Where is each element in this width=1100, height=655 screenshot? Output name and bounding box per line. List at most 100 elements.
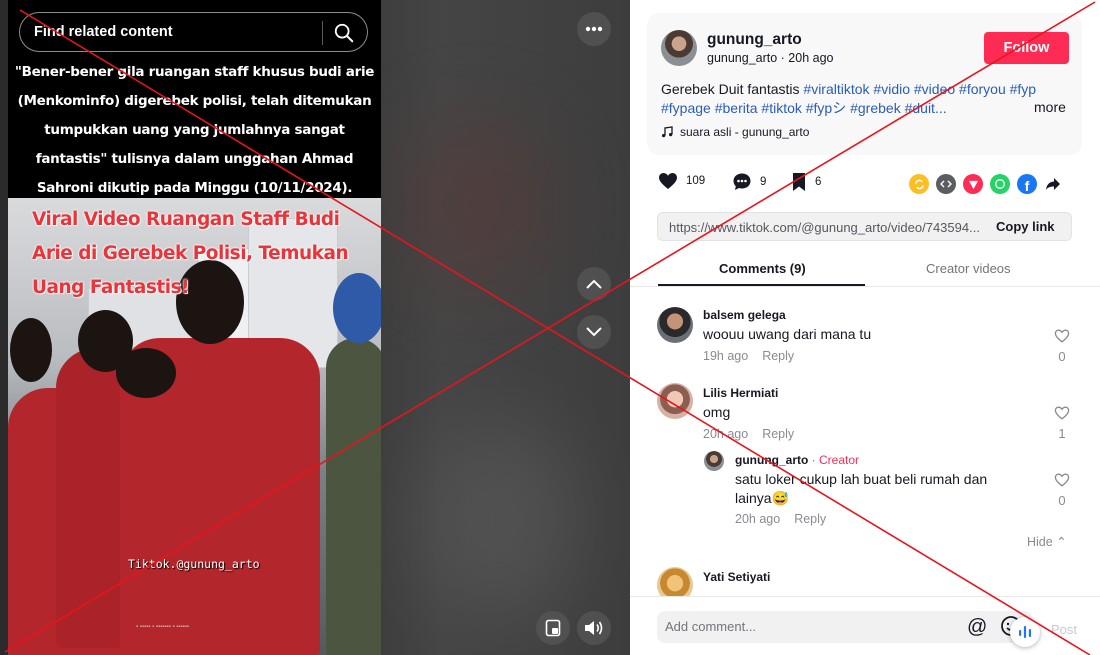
description-text: Gerebek Duit fantastis xyxy=(661,81,804,97)
background-blur xyxy=(420,420,580,620)
soldier-figure xyxy=(326,338,381,655)
comment-input-box[interactable]: @ xyxy=(657,611,1032,643)
comment-text: satu loker cukup lah buat beli rumah dan… xyxy=(735,471,988,506)
embed-icon[interactable] xyxy=(936,174,956,194)
mention-icon[interactable]: @ xyxy=(967,616,987,639)
person-head xyxy=(10,318,52,382)
comment-like-count: 1 xyxy=(1058,426,1066,441)
tiktok-video-page: "Bener-bener gila ruangan staff khusus b… xyxy=(0,0,1100,655)
author-meta: gunung_arto · 20h ago xyxy=(707,51,834,65)
commenter-name[interactable]: balsem gelega xyxy=(703,308,786,322)
send-glyph xyxy=(968,180,978,189)
comment-time: 20h ago xyxy=(735,512,781,526)
post-description: Gerebek Duit fantastis #viraltiktok #vid… xyxy=(661,80,1071,118)
whatsapp-icon[interactable] xyxy=(990,174,1010,194)
copy-link-button[interactable]: Copy link xyxy=(996,219,1055,234)
music-note-icon xyxy=(662,126,673,138)
embed-glyph xyxy=(940,180,952,188)
floating-player-icon xyxy=(545,619,561,637)
whatsapp-glyph xyxy=(995,179,1005,189)
reply-button[interactable]: Reply xyxy=(762,427,794,441)
tabs-divider xyxy=(630,286,1100,287)
comment-time: 20h ago xyxy=(703,427,749,441)
comment-like-count: 0 xyxy=(1058,493,1066,508)
music-title: suara asli - gunung_arto xyxy=(680,125,810,139)
video-link[interactable]: https://www.tiktok.com/@gunung_arto/vide… xyxy=(669,220,989,235)
search-input[interactable] xyxy=(34,24,314,40)
creator-badge: · Creator xyxy=(811,453,860,467)
chevron-up-icon xyxy=(586,279,602,289)
comment-text: woouu uwang dari mana tu xyxy=(703,326,872,342)
share-link-box: https://www.tiktok.com/@gunung_arto/vide… xyxy=(657,212,1072,241)
voice-bars-icon xyxy=(1019,626,1031,638)
follow-button[interactable]: Follow xyxy=(984,32,1069,64)
reply-button[interactable]: Reply xyxy=(794,512,826,526)
commenter-avatar[interactable] xyxy=(657,383,693,419)
voice-assistant-button[interactable] xyxy=(1010,617,1040,647)
like-action[interactable]: 109 xyxy=(658,172,705,190)
repost-glyph xyxy=(914,179,924,189)
comment-action[interactable]: 9 xyxy=(732,172,766,192)
comment-input[interactable] xyxy=(665,619,935,634)
commenter-name[interactable]: gunung_arto · Creator xyxy=(735,453,859,467)
commenter-avatar[interactable] xyxy=(704,451,724,471)
heart-outline-icon xyxy=(1054,329,1070,343)
comment-bubble-icon xyxy=(733,173,751,190)
comment-like-button[interactable]: 0 xyxy=(1053,473,1071,508)
actions-row: 109 9 6 f xyxy=(658,172,1078,196)
search-bar[interactable] xyxy=(19,12,368,52)
heart-outline-icon xyxy=(1054,406,1070,420)
comment-meta: 20h ago Reply xyxy=(735,512,826,526)
author-avatar[interactable] xyxy=(661,30,697,66)
comment-like-button[interactable]: 0 xyxy=(1053,329,1071,364)
video-player[interactable]: "Bener-bener gila ruangan staff khusus b… xyxy=(8,0,381,655)
facebook-icon[interactable]: f xyxy=(1017,174,1037,194)
comment-meta: 20h ago Reply xyxy=(703,427,794,441)
post-description-card: gunung_arto gunung_arto · 20h ago Follow… xyxy=(647,13,1082,155)
author-name[interactable]: gunung_arto xyxy=(707,31,802,49)
commenter-name[interactable]: Yati Setiyati xyxy=(703,570,770,584)
search-divider xyxy=(322,21,323,45)
video-pane: "Bener-bener gila ruangan staff khusus b… xyxy=(0,0,630,655)
commenter-avatar[interactable] xyxy=(657,307,693,343)
more-options-button[interactable] xyxy=(577,12,611,46)
save-count: 6 xyxy=(815,176,822,188)
share-icon[interactable] xyxy=(1043,174,1063,194)
comment-like-count: 0 xyxy=(1058,349,1066,364)
person-head xyxy=(116,348,176,398)
video-footer-logos: ▪ ▪▪▪▪▪ ▪ ▪▪▪▪▪▪▪ ▪ ▪▪▪▪▪▪ xyxy=(136,624,190,630)
reply-button[interactable]: Reply xyxy=(762,349,794,363)
bookmark-icon xyxy=(793,173,805,191)
video-watermark: Tiktok.@gunung_arto xyxy=(128,557,260,571)
music-row[interactable]: suara asli - gunung_arto xyxy=(661,125,809,139)
comment-text: omg xyxy=(703,404,731,420)
send-to-friends-icon[interactable] xyxy=(963,174,983,194)
reply-author: gunung_arto xyxy=(735,453,809,467)
next-video-button[interactable] xyxy=(577,315,611,349)
share-arrow-glyph xyxy=(1046,178,1060,190)
previous-video-button[interactable] xyxy=(577,267,611,301)
like-count: 109 xyxy=(686,175,706,187)
heart-icon xyxy=(659,173,677,189)
repost-icon[interactable] xyxy=(909,174,929,194)
tab-creator-videos[interactable]: Creator videos xyxy=(926,261,1011,276)
more-dots-icon xyxy=(585,26,603,32)
search-icon[interactable] xyxy=(333,22,355,44)
facebook-glyph: f xyxy=(1024,177,1030,194)
video-overlay-title: Viral Video Ruangan Staff Budi Arie di G… xyxy=(32,209,349,298)
volume-button[interactable] xyxy=(577,611,611,645)
comment-meta: 19h ago Reply xyxy=(703,349,794,363)
more-link[interactable]: more xyxy=(1028,99,1066,115)
panel-tabs: Comments (9) Creator videos xyxy=(658,252,1100,286)
save-action[interactable]: 6 xyxy=(791,172,821,192)
comment-like-button[interactable]: 1 xyxy=(1053,406,1071,441)
heart-outline-icon xyxy=(1054,473,1070,487)
comment-time: 19h ago xyxy=(703,349,749,363)
volume-icon xyxy=(585,621,603,635)
hide-replies-button[interactable]: Hide ⌃ xyxy=(1027,534,1067,549)
tab-comments[interactable]: Comments (9) xyxy=(719,261,806,276)
post-comment-button[interactable]: Post xyxy=(1051,622,1077,637)
picture-in-picture-button[interactable] xyxy=(536,611,570,645)
side-panel: gunung_arto gunung_arto · 20h ago Follow… xyxy=(630,0,1100,655)
commenter-name[interactable]: Lilis Hermiati xyxy=(703,386,778,400)
